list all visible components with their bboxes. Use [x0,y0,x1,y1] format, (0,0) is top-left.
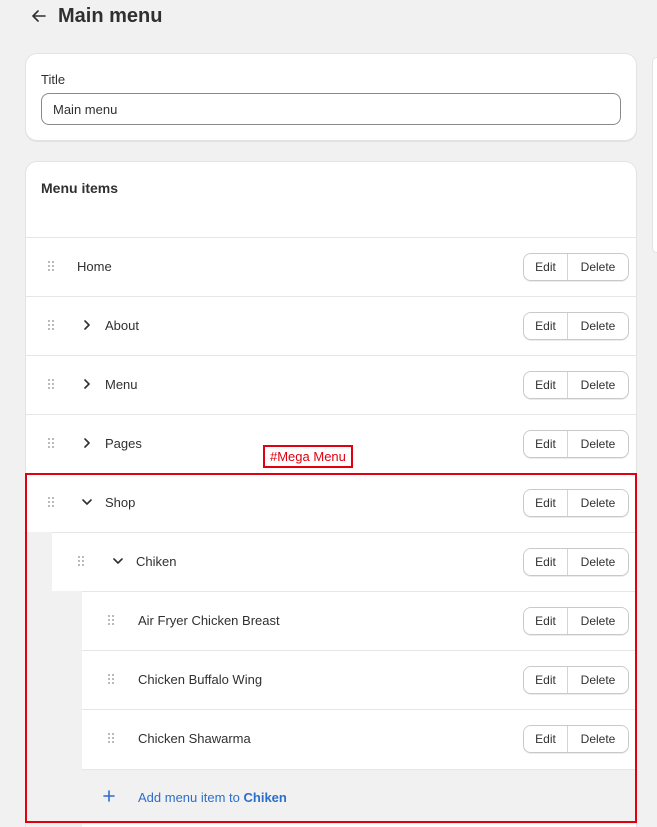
drag-handle-icon[interactable] [76,553,86,569]
delete-button[interactable]: Delete [568,431,628,457]
menu-item-label: Air Fryer Chicken Breast [138,613,280,628]
plus-icon [102,788,116,804]
title-input[interactable] [41,93,621,125]
menu-item-row[interactable]: Home Edit Delete [26,237,636,296]
drag-handle-icon[interactable] [46,435,56,451]
menu-item-label: Pages [105,436,142,451]
item-actions: Edit Delete [523,430,629,458]
menu-item-label: Home [77,259,112,274]
drag-handle-icon[interactable] [106,612,116,628]
delete-button[interactable]: Delete [568,372,628,398]
drag-handle-icon[interactable] [106,730,116,746]
menu-item-label: About [105,318,139,333]
delete-button[interactable]: Delete [568,549,628,575]
menu-item-row[interactable]: About Edit Delete [26,296,636,355]
chevron-right-icon[interactable] [80,435,94,451]
chevron-down-icon[interactable] [80,494,94,510]
add-menu-item-label: Add menu item to Chiken [138,790,287,805]
item-actions: Edit Delete [523,666,629,694]
indent-guide [52,591,82,827]
menu-item-label: Chicken Shawarma [138,731,251,746]
delete-button[interactable]: Delete [568,313,628,339]
menu-item-label: Chicken Buffalo Wing [138,672,263,687]
menu-items-card: Menu items Home Edit Delete About Edit Delete… [25,161,637,827]
menu-item-row[interactable]: Chiken Edit Delete [52,532,636,591]
title-card: Title [25,53,637,141]
item-actions: Edit Delete [523,548,629,576]
page-title: Main menu [58,4,163,27]
indent-guide [26,532,52,827]
item-actions: Edit Delete [523,312,629,340]
item-actions: Edit Delete [523,725,629,753]
edit-button[interactable]: Edit [524,549,568,575]
drag-handle-icon[interactable] [46,258,56,274]
item-actions: Edit Delete [523,607,629,635]
menu-item-row[interactable]: Chicken Buffalo Wing Edit Delete [82,650,636,709]
delete-button[interactable]: Delete [568,726,628,752]
menu-item-label: Chiken [136,554,177,569]
delete-button[interactable]: Delete [568,490,628,516]
item-actions: Edit Delete [523,253,629,281]
item-actions: Edit Delete [523,489,629,517]
delete-button[interactable]: Delete [568,608,628,634]
edit-button[interactable]: Edit [524,667,568,693]
edit-button[interactable]: Edit [524,608,568,634]
arrow-left-icon[interactable] [30,7,48,25]
mega-menu-annotation: #Mega Menu [263,445,353,468]
drag-handle-icon[interactable] [46,494,56,510]
drag-handle-icon[interactable] [106,671,116,687]
edit-button[interactable]: Edit [524,431,568,457]
add-menu-item-prefix: Add menu item to [138,790,244,805]
drag-handle-icon[interactable] [46,317,56,333]
chevron-down-icon[interactable] [111,553,125,569]
menu-item-row[interactable]: Chicken Shawarma Edit Delete [82,709,636,768]
page-header: Main menu [30,3,162,29]
item-actions: Edit Delete [523,371,629,399]
menu-item-label: Shop [105,495,136,510]
side-panel-edge [652,57,657,253]
add-menu-item-target: Chiken [243,790,287,805]
edit-button[interactable]: Edit [524,254,568,280]
chevron-right-icon[interactable] [80,317,94,333]
menu-item-row[interactable]: Menu Edit Delete [26,355,636,414]
edit-button[interactable]: Edit [524,726,568,752]
menu-item-label: Menu [105,377,138,392]
drag-handle-icon[interactable] [46,376,56,392]
menu-item-row[interactable]: Air Fryer Chicken Breast Edit Delete [82,591,636,650]
edit-button[interactable]: Edit [524,313,568,339]
menu-item-row[interactable]: Shop Edit Delete [26,473,636,532]
edit-button[interactable]: Edit [524,490,568,516]
menu-items-heading: Menu items [41,180,119,196]
add-menu-item-button[interactable]: Add menu item to Chiken [82,769,636,824]
edit-button[interactable]: Edit [524,372,568,398]
delete-button[interactable]: Delete [568,667,628,693]
title-label: Title [41,72,66,87]
delete-button[interactable]: Delete [568,254,628,280]
chevron-right-icon[interactable] [80,376,94,392]
